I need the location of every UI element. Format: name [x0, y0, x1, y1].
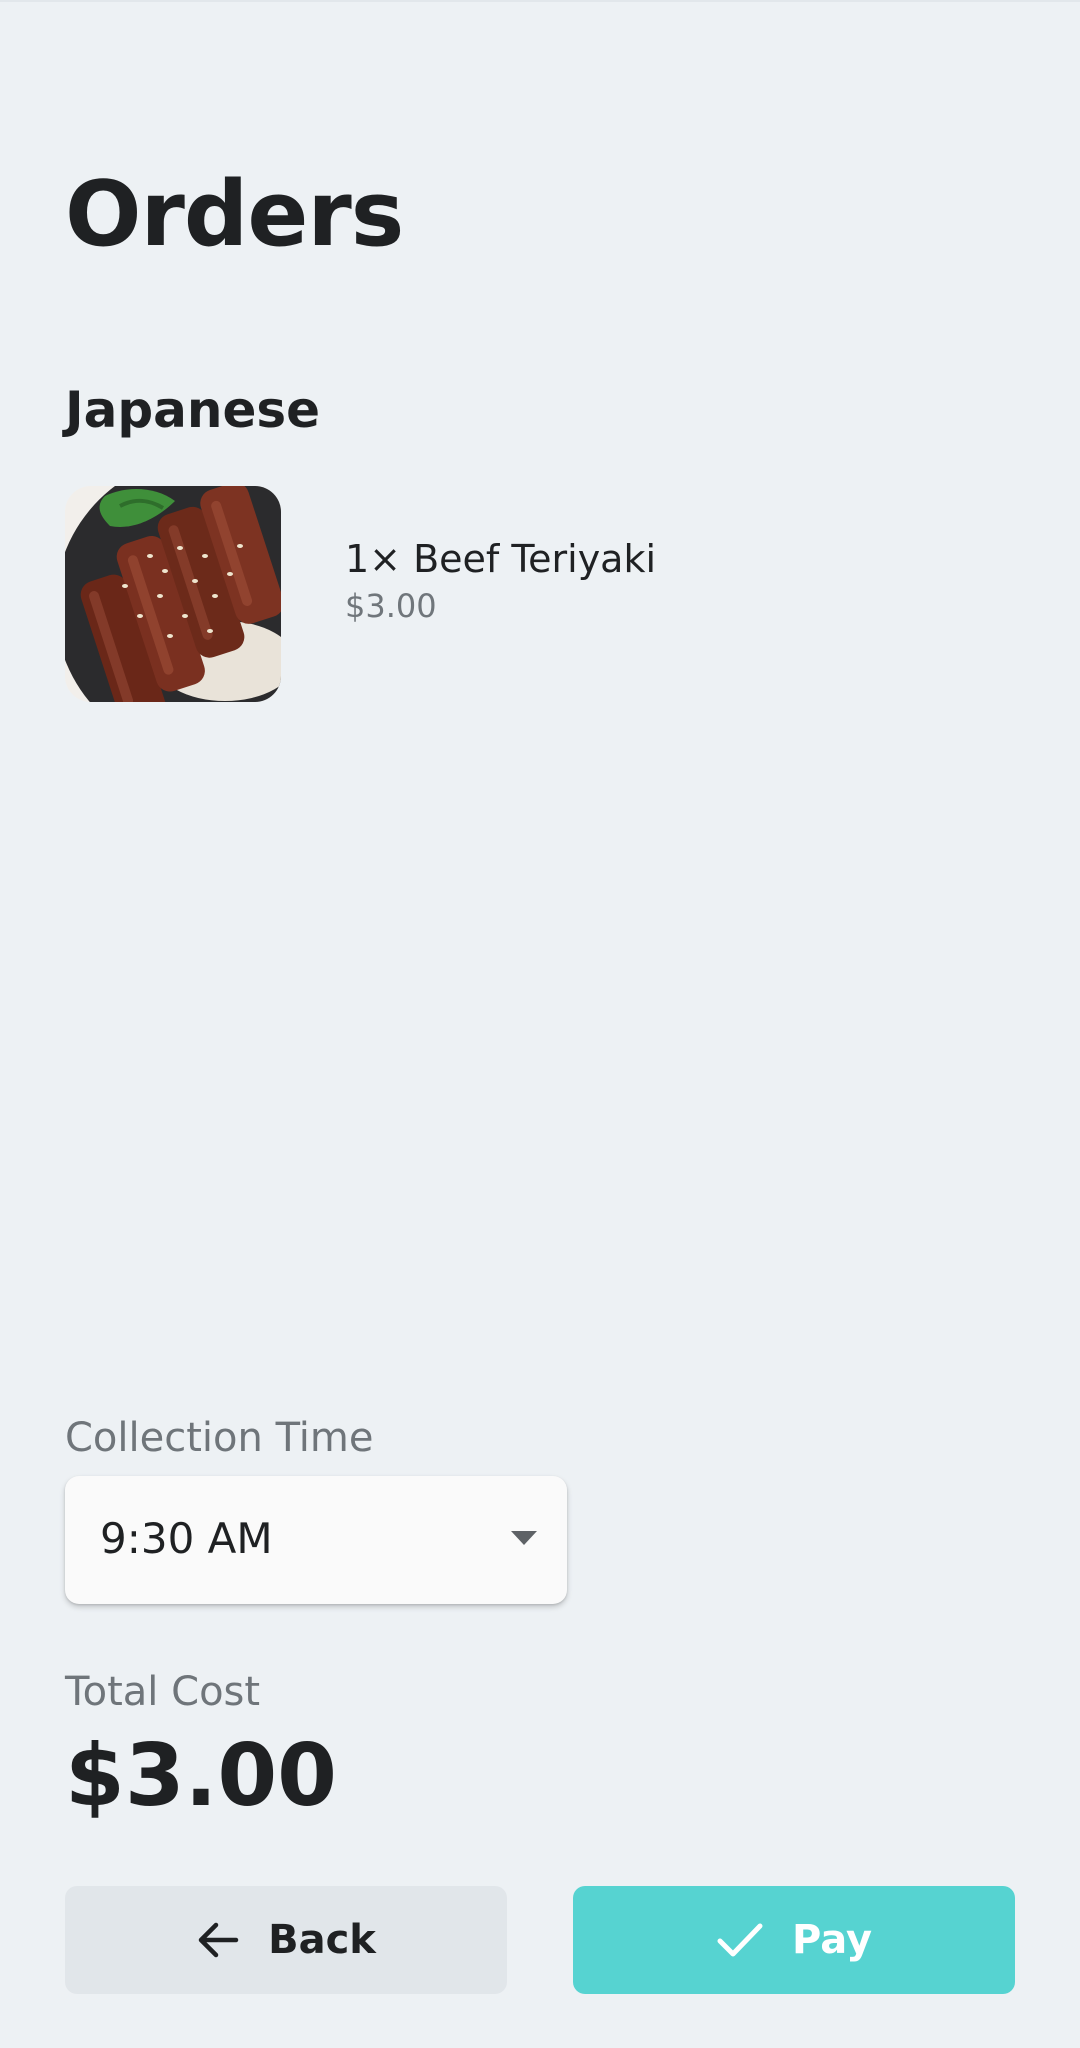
- status-divider: [0, 0, 1080, 2]
- total-cost-value: $3.00: [65, 1726, 338, 1826]
- pay-button[interactable]: Pay: [573, 1886, 1015, 1994]
- back-button[interactable]: Back: [65, 1886, 507, 1994]
- item-price: $3.00: [345, 587, 437, 625]
- cuisine-section-title: Japanese: [65, 381, 321, 439]
- order-item: 1× Beef Teriyaki $3.00: [65, 486, 1015, 702]
- check-icon: [716, 1921, 764, 1959]
- collection-time-dropdown[interactable]: 9:30 AM: [65, 1476, 567, 1604]
- back-button-label: Back: [268, 1917, 376, 1963]
- beef-teriyaki-photo: [65, 486, 281, 702]
- collection-time-label: Collection Time: [65, 1415, 374, 1461]
- arrow-left-icon: [196, 1920, 240, 1960]
- item-name: 1× Beef Teriyaki: [345, 537, 657, 581]
- selected-time-value: 9:30 AM: [100, 1514, 273, 1563]
- pay-button-label: Pay: [791, 1917, 873, 1963]
- total-cost-label: Total Cost: [65, 1669, 261, 1715]
- page-title: Orders: [65, 162, 404, 267]
- caret-down-icon: [509, 1528, 539, 1548]
